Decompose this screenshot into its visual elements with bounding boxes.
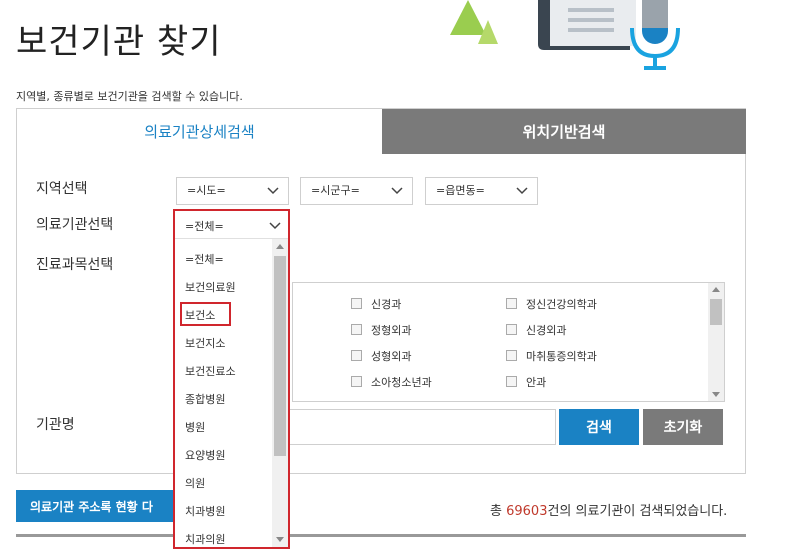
result-prefix: 총 (490, 504, 502, 519)
dropdown-option[interactable]: 보건지소 (185, 335, 225, 351)
dept-orthopedics: 정형외과 (371, 324, 412, 337)
sido-select-value: =시도= (187, 184, 226, 197)
dept-ophthalmology: 안과 (526, 376, 547, 389)
institution-name-input[interactable] (288, 409, 556, 445)
dropdown-option[interactable]: 치과의원 (185, 531, 225, 547)
scroll-up-icon[interactable] (712, 287, 720, 292)
result-suffix: 건의 의료기관이 검색되었습니다. (547, 504, 728, 519)
eupmyeon-select-value: =읍면동= (436, 184, 485, 197)
chevron-down-icon (516, 187, 528, 195)
sigungu-select[interactable]: =시군구= (300, 177, 413, 205)
dropdown-option[interactable]: 병원 (185, 419, 205, 435)
dept-neurosurgery: 신경외과 (526, 324, 567, 337)
dropdown-option[interactable]: =전체= (185, 251, 224, 267)
institution-type-value: =전체= (185, 220, 224, 233)
dropdown-option[interactable]: 치과병원 (185, 503, 225, 519)
dept-plastic-surgery: 성형외과 (371, 350, 412, 363)
type-label: 의료기관선택 (36, 217, 114, 233)
sido-select[interactable]: =시도= (176, 177, 289, 205)
chevron-down-icon (391, 187, 403, 195)
dropdown-option[interactable]: 종합병원 (185, 391, 225, 407)
eupmyeon-select[interactable]: =읍면동= (425, 177, 538, 205)
dept-pediatrics: 소아청소년과 (371, 376, 432, 389)
scroll-thumb[interactable] (710, 299, 722, 325)
dropdown-option[interactable]: 보건진료소 (185, 363, 236, 379)
result-count: 69603 (506, 504, 548, 519)
bottom-divider (16, 534, 746, 537)
dept-neurology: 신경과 (371, 298, 402, 311)
department-scrollbar[interactable] (708, 283, 724, 401)
checkbox-psychiatry[interactable] (506, 298, 517, 309)
search-button[interactable]: 검색 (559, 409, 639, 445)
dept-label: 진료과목선택 (36, 257, 114, 273)
tab-location-search[interactable]: 위치기반검색 (382, 109, 746, 154)
header-illustration (450, 0, 680, 70)
institution-type-select[interactable]: =전체= (175, 211, 288, 239)
dropdown-option[interactable]: 의원 (185, 475, 205, 491)
chevron-down-icon (267, 187, 279, 195)
dropdown-scrollbar[interactable] (272, 239, 288, 547)
checkbox-plastic-surgery[interactable] (351, 350, 362, 361)
sigungu-select-value: =시군구= (311, 184, 360, 197)
page-title: 보건기관 찾기 (16, 22, 222, 62)
checkbox-anesthesiology[interactable] (506, 350, 517, 361)
checkbox-neurosurgery[interactable] (506, 324, 517, 335)
checkbox-orthopedics[interactable] (351, 324, 362, 335)
scroll-down-icon[interactable] (712, 392, 720, 397)
dropdown-option[interactable]: 보건의료원 (185, 279, 236, 295)
name-label: 기관명 (36, 417, 75, 433)
scroll-up-icon[interactable] (276, 244, 284, 249)
result-summary: 총 69603건의 의료기관이 검색되었습니다. (490, 500, 727, 519)
dept-anesthesiology: 마취통증의학과 (526, 350, 597, 363)
address-book-button[interactable]: 의료기관 주소록 현황 다 (16, 490, 180, 522)
scroll-down-icon[interactable] (276, 537, 284, 542)
reset-button[interactable]: 초기화 (643, 409, 723, 445)
dept-psychiatry: 정신건강의학과 (526, 298, 597, 311)
chevron-down-icon (269, 222, 281, 230)
tab-detail-search[interactable]: 의료기관상세검색 (17, 109, 382, 154)
checkbox-pediatrics[interactable] (351, 376, 362, 387)
checkbox-neurology[interactable] (351, 298, 362, 309)
dropdown-scroll-thumb[interactable] (274, 256, 286, 456)
region-label: 지역선택 (36, 181, 88, 197)
dropdown-option[interactable]: 요양병원 (185, 447, 225, 463)
dropdown-options: =전체= 보건의료원 보건소 보건지소 보건진료소 종합병원 병원 요양병원 의… (175, 237, 272, 547)
dropdown-option-selected[interactable]: 보건소 (185, 307, 215, 323)
page-description: 지역별, 종류별로 보건기관을 검색할 수 있습니다. (16, 90, 243, 103)
checkbox-ophthalmology[interactable] (506, 376, 517, 387)
